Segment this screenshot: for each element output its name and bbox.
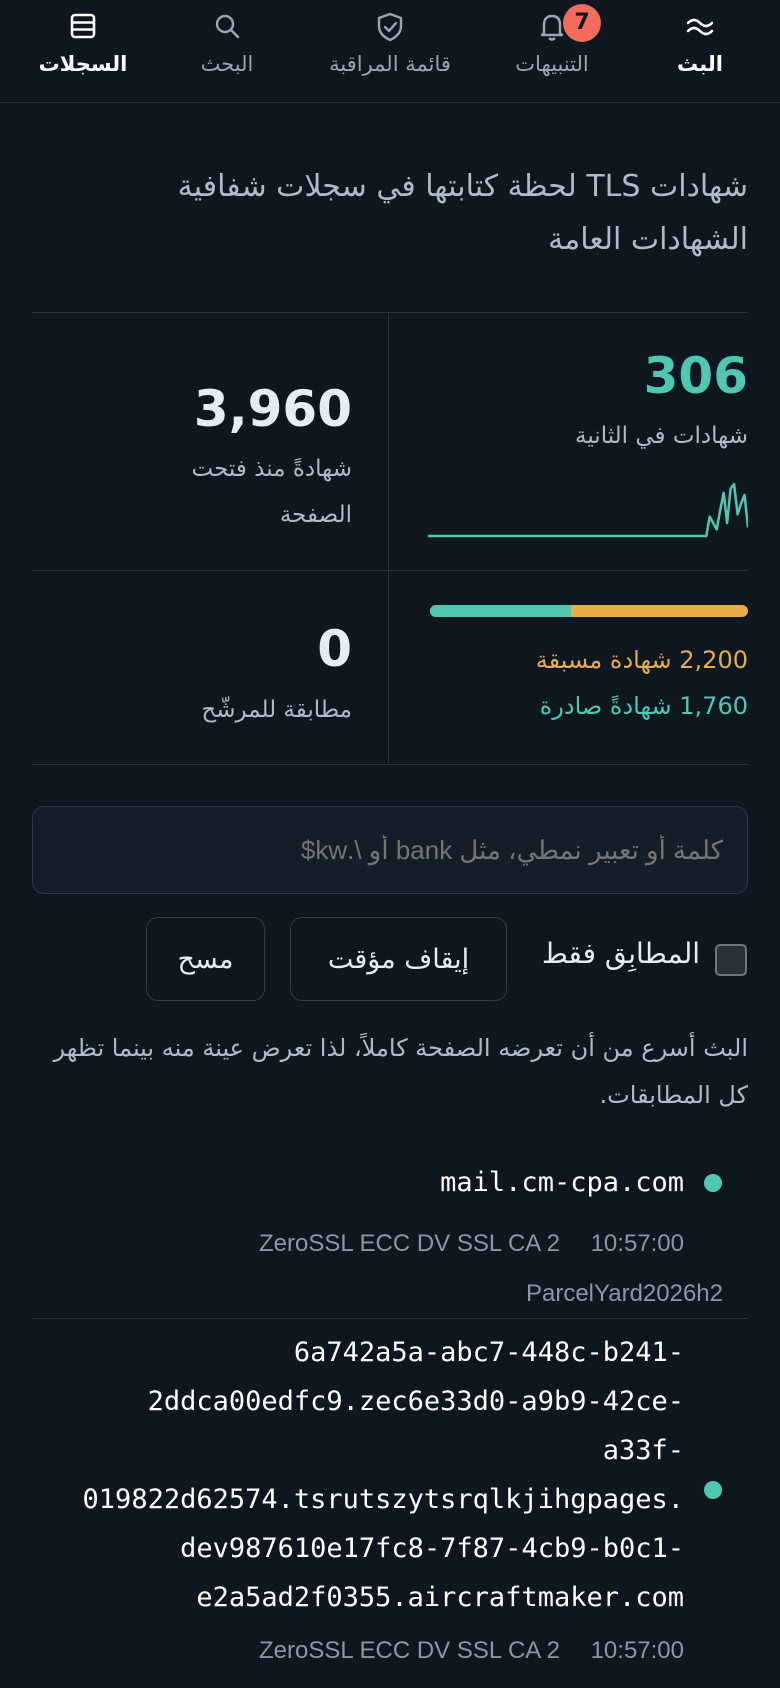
matched-only-checkbox[interactable] (715, 944, 747, 976)
stats-divider-vertical (388, 313, 389, 764)
sampling-note: البث أسرع من أن تعرضه الصفحة كاملاً، لذا… (53, 1034, 748, 1109)
feed-divider (32, 1318, 748, 1319)
alerts-count-badge: 7 (563, 4, 601, 42)
stats-divider-horizontal (32, 570, 748, 571)
page-headline: شهادات TLS لحظة كتابتها في سجلات شفافية … (177, 169, 748, 257)
top-navigation: البث 7 التنبيهات قائمة المراقبة البحث ال… (0, 0, 780, 103)
nav-tab-alerts[interactable]: 7 التنبيهات (472, 0, 632, 100)
rate-value: 306 (643, 347, 748, 405)
entry-domain: mail.cm-cpa.com (440, 1167, 684, 1198)
entry-domain: 6a742a5a-abc7-448c-b241- 2ddca00edfc9.ze… (82, 1337, 684, 1613)
issued-share-fill (430, 605, 572, 617)
nav-tab-label: التنبيهات (515, 52, 589, 76)
nav-tab-label: البحث (200, 52, 254, 76)
status-dot (704, 1174, 722, 1192)
nav-tab-watchlist[interactable]: قائمة المراقبة (310, 0, 470, 100)
filter-input[interactable] (32, 806, 748, 894)
entry-time: 10:57:00 (590, 1230, 684, 1257)
nav-tab-label: قائمة المراقبة (329, 52, 451, 76)
nav-tab-stream[interactable]: البث (620, 0, 780, 100)
matches-label: مطابقة للمرشّح (201, 697, 352, 723)
nav-tab-search[interactable]: البحث (147, 0, 307, 100)
issued-precert-ratio-bar (430, 605, 748, 617)
matches-value: 0 (317, 620, 352, 678)
issued-count: 1,760 شهادةً صادرة (539, 692, 748, 720)
entry-issuer: ZeroSSL ECC DV SSL CA 2 (258, 1230, 560, 1257)
entry-log: ParcelYard2026h2 (525, 1280, 723, 1307)
precert-count: 2,200 شهادة مسبقة (535, 646, 748, 674)
sparkline-series (428, 482, 748, 538)
entry-time: 10:57:00 (590, 1637, 684, 1664)
entry-issuer: ZeroSSL ECC DV SSL CA 2 (258, 1637, 560, 1664)
nav-tab-label: البث (677, 52, 723, 76)
database-icon (63, 6, 103, 46)
shield-check-icon (370, 6, 410, 46)
search-icon (207, 6, 247, 46)
filter-controls: المطابِق فقط إيقاف مؤقت مسح (0, 917, 780, 1003)
status-dot (704, 1481, 722, 1499)
waves-icon (680, 6, 720, 46)
total-value: 3,960 (193, 380, 352, 438)
nav-tab-label: السجلات (38, 52, 128, 76)
nav-tab-logs[interactable]: السجلات (3, 0, 163, 100)
rate-label: شهادات في الثانية (575, 423, 748, 449)
clear-button[interactable]: مسح (146, 917, 265, 1001)
rate-sparkline (428, 482, 748, 538)
matched-only-label[interactable]: المطابِق فقط (542, 937, 700, 970)
pause-button[interactable]: إيقاف مؤقت (290, 917, 507, 1001)
stats-panel: 306 شهادات في الثانية 3,960 شهادةً منذ ف… (32, 312, 748, 765)
total-label: شهادةً منذ فتحت الصفحة (191, 456, 353, 528)
